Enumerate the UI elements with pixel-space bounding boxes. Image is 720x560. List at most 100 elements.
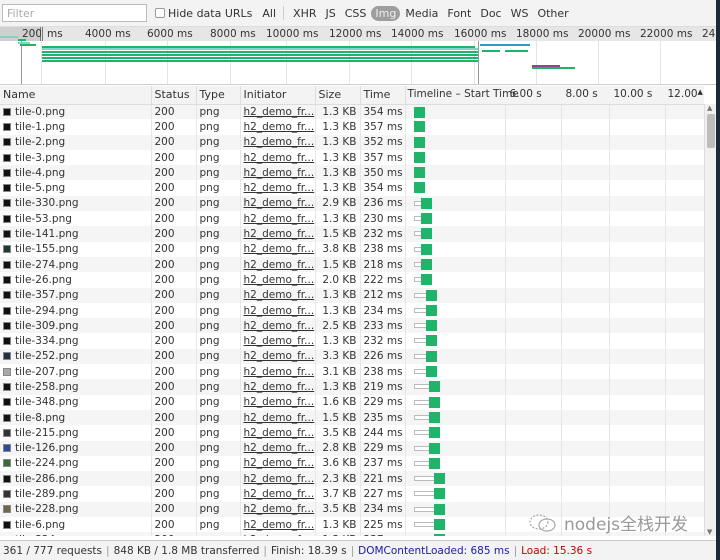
initiator-link[interactable]: h2_demo_fr... — [244, 519, 315, 531]
table-row[interactable]: tile-289.png 200 png h2_demo_fr... 3.7 KB 227… — [0, 486, 704, 502]
table-row[interactable]: tile-155.png 200 png h2_demo_fr... 3.8 KB 238… — [0, 241, 704, 257]
cell-name[interactable]: tile-3.png — [0, 149, 152, 166]
table-row[interactable]: tile-215.png 200 png h2_demo_fr... 3.5 KB 244… — [0, 425, 704, 441]
type-filter-xhr[interactable]: XHR — [289, 6, 320, 21]
cell-name[interactable]: tile-309.png — [0, 318, 152, 334]
initiator-link[interactable]: h2_demo_fr... — [244, 503, 315, 515]
table-row[interactable]: tile-4.png 200 png h2_demo_fr... 1.3 KB 350 m… — [0, 165, 704, 181]
table-row[interactable]: tile-334.png 200 png h2_demo_fr... 1.3 KB 232… — [0, 333, 704, 349]
table-row[interactable]: tile-286.png 200 png h2_demo_fr... 2.3 KB 221… — [0, 471, 704, 487]
column-header-type[interactable]: Type — [196, 86, 241, 105]
cell-name[interactable]: tile-0.png — [0, 104, 152, 120]
cell-name[interactable]: tile-155.png — [0, 241, 152, 257]
table-row[interactable]: tile-141.png 200 png h2_demo_fr... 1.5 KB 232… — [0, 226, 704, 242]
table-row[interactable]: tile-126.png 200 png h2_demo_fr... 2.8 KB 229… — [0, 440, 704, 456]
initiator-link[interactable]: h2_demo_fr... — [244, 350, 315, 362]
type-filter-all[interactable]: All — [258, 6, 280, 21]
initiator-link[interactable]: h2_demo_fr... — [244, 182, 315, 194]
type-filter-other[interactable]: Other — [533, 6, 572, 21]
filter-input[interactable] — [2, 4, 147, 22]
cell-name[interactable]: tile-334.png — [0, 333, 152, 349]
cell-name[interactable]: tile-330.png — [0, 195, 152, 212]
column-header-initiator[interactable]: Initiator — [240, 86, 316, 105]
type-filter-font[interactable]: Font — [443, 6, 475, 21]
cell-name[interactable]: tile-2.png — [0, 134, 152, 150]
cell-name[interactable]: tile-357.png — [0, 287, 152, 303]
initiator-link[interactable]: h2_demo_fr... — [244, 457, 315, 469]
grid-scrollbar[interactable]: ▲ ▼ — [704, 104, 716, 536]
cell-name[interactable]: tile-252.png — [0, 348, 152, 365]
cell-name[interactable]: tile-26.png — [0, 272, 152, 288]
initiator-link[interactable]: h2_demo_fr... — [244, 396, 315, 408]
table-row[interactable]: tile-5.png 200 png h2_demo_fr... 1.3 KB 354 m… — [0, 180, 704, 196]
initiator-link[interactable]: h2_demo_fr... — [244, 152, 315, 164]
table-row[interactable]: tile-207.png 200 png h2_demo_fr... 3.1 KB 238… — [0, 364, 704, 380]
cell-name[interactable]: tile-294.png — [0, 302, 152, 319]
table-row[interactable]: tile-8.png 200 png h2_demo_fr... 1.5 KB 235 m… — [0, 409, 704, 426]
cell-name[interactable]: tile-53.png — [0, 211, 152, 227]
cell-name[interactable]: tile-286.png — [0, 471, 152, 487]
table-row[interactable]: tile-274.png 200 png h2_demo_fr... 1.5 KB 218… — [0, 256, 704, 273]
initiator-link[interactable]: h2_demo_fr... — [244, 259, 315, 271]
table-row[interactable]: tile-294.png 200 png h2_demo_fr... 1.3 KB 234… — [0, 302, 704, 319]
cell-name[interactable]: tile-207.png — [0, 364, 152, 380]
cell-name[interactable]: tile-141.png — [0, 226, 152, 242]
type-filter-css[interactable]: CSS — [341, 6, 371, 21]
table-row[interactable]: tile-348.png 200 png h2_demo_fr... 1.6 KB 229… — [0, 394, 704, 410]
type-filter-media[interactable]: Media — [401, 6, 442, 21]
initiator-link[interactable]: h2_demo_fr... — [244, 381, 315, 393]
cell-name[interactable]: tile-274.png — [0, 256, 152, 273]
cell-name[interactable]: tile-228.png — [0, 501, 152, 518]
column-header-timeline[interactable]: Timeline – Start Time 6.00 s 8.00 s 10.0… — [405, 86, 704, 105]
initiator-link[interactable]: h2_demo_fr... — [244, 320, 315, 332]
column-header-size[interactable]: Size — [315, 86, 361, 105]
timeline-overview[interactable]: 200 ms 4000 ms 6000 ms 8000 ms 10000 ms … — [0, 27, 716, 85]
cell-name[interactable]: tile-126.png — [0, 440, 152, 456]
cell-name[interactable]: tile-224.png — [0, 455, 152, 472]
scrollbar-thumb[interactable] — [707, 114, 715, 148]
hide-data-urls-checkbox[interactable] — [155, 8, 165, 18]
table-row[interactable]: tile-252.png 200 png h2_demo_fr... 3.3 KB 226… — [0, 348, 704, 365]
type-filter-js[interactable]: JS — [322, 6, 340, 21]
initiator-link[interactable]: h2_demo_fr... — [244, 442, 315, 454]
table-row[interactable]: tile-224.png 200 png h2_demo_fr... 3.6 KB 237… — [0, 455, 704, 472]
scroll-up-icon[interactable]: ▲ — [707, 104, 712, 112]
cell-name[interactable]: tile-8.png — [0, 409, 152, 426]
initiator-link[interactable]: h2_demo_fr... — [244, 121, 315, 133]
initiator-link[interactable]: h2_demo_fr... — [244, 213, 315, 225]
column-header-name[interactable]: Name — [0, 86, 152, 105]
table-row[interactable]: tile-357.png 200 png h2_demo_fr... 1.3 KB 212… — [0, 287, 704, 303]
table-row[interactable]: tile-258.png 200 png h2_demo_fr... 1.3 KB 219… — [0, 379, 704, 395]
initiator-link[interactable]: h2_demo_fr... — [244, 197, 315, 209]
initiator-link[interactable]: h2_demo_fr... — [244, 335, 315, 347]
cell-name[interactable]: tile-215.png — [0, 425, 152, 441]
initiator-link[interactable]: h2_demo_fr... — [244, 488, 315, 500]
initiator-link[interactable]: h2_demo_fr... — [244, 534, 315, 536]
type-filter-ws[interactable]: WS — [507, 6, 533, 21]
initiator-link[interactable]: h2_demo_fr... — [244, 412, 315, 424]
initiator-link[interactable]: h2_demo_fr... — [244, 427, 315, 439]
initiator-link[interactable]: h2_demo_fr... — [244, 228, 315, 240]
type-filter-doc[interactable]: Doc — [476, 6, 505, 21]
initiator-link[interactable]: h2_demo_fr... — [244, 473, 315, 485]
initiator-link[interactable]: h2_demo_fr... — [244, 366, 315, 378]
initiator-link[interactable]: h2_demo_fr... — [244, 305, 315, 317]
table-row[interactable]: tile-330.png 200 png h2_demo_fr... 2.9 KB 236… — [0, 195, 704, 212]
table-row[interactable]: tile-26.png 200 png h2_demo_fr... 2.0 KB 222 … — [0, 272, 704, 288]
initiator-link[interactable]: h2_demo_fr... — [244, 289, 315, 301]
cell-name[interactable]: tile-6.png — [0, 517, 152, 533]
initiator-link[interactable]: h2_demo_fr... — [244, 136, 315, 148]
hide-data-urls-label[interactable]: Hide data URLs — [168, 7, 252, 20]
table-row[interactable]: tile-309.png 200 png h2_demo_fr... 2.5 KB 233… — [0, 318, 704, 334]
column-header-time[interactable]: Time — [360, 86, 406, 105]
initiator-link[interactable]: h2_demo_fr... — [244, 106, 315, 118]
type-filter-img[interactable]: Img — [371, 5, 401, 21]
scroll-down-icon[interactable]: ▼ — [707, 528, 712, 536]
initiator-link[interactable]: h2_demo_fr... — [244, 167, 315, 179]
cell-name[interactable]: tile-4.png — [0, 165, 152, 181]
column-header-status[interactable]: Status — [151, 86, 197, 105]
cell-name[interactable]: tile-289.png — [0, 486, 152, 502]
table-row[interactable]: tile-0.png 200 png h2_demo_fr... 1.3 KB 354 m… — [0, 104, 704, 120]
cell-name[interactable]: tile-348.png — [0, 394, 152, 410]
table-row[interactable]: tile-3.png 200 png h2_demo_fr... 1.3 KB 357 m… — [0, 149, 704, 166]
